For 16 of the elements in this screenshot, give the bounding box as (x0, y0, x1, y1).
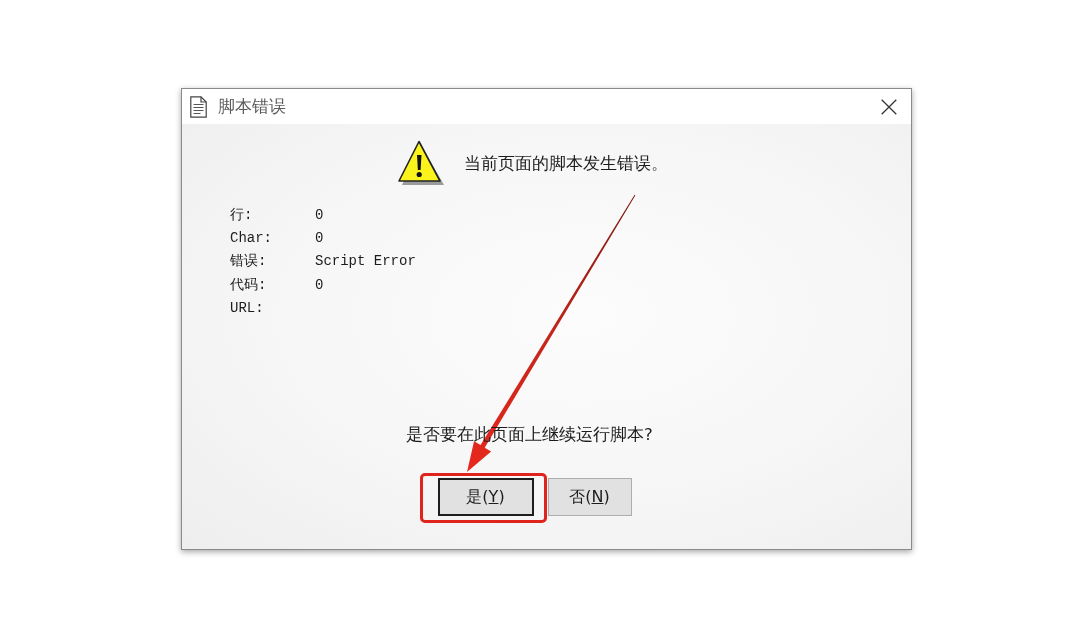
detail-label: 代码: (230, 275, 267, 294)
detail-label: 行: (230, 205, 253, 224)
detail-label: 错误: (230, 252, 267, 271)
detail-value: Script Error (315, 253, 416, 270)
default-button[interactable]: 是(Y) (437, 478, 534, 516)
close-icon[interactable] (881, 98, 897, 115)
detail-value: 0 (315, 206, 324, 223)
detail-label: Char: (230, 230, 272, 247)
detail-label: URL: (230, 300, 264, 317)
window-title: 脚本错误 (218, 95, 286, 118)
document-icon (190, 95, 207, 118)
detail-value: 0 (315, 230, 324, 247)
detail-value: 0 (315, 276, 324, 293)
warning-icon (398, 140, 446, 187)
error-message: 当前页面的脚本发生错误。 (464, 152, 668, 175)
dialog-button[interactable]: 否(N) (547, 478, 632, 516)
